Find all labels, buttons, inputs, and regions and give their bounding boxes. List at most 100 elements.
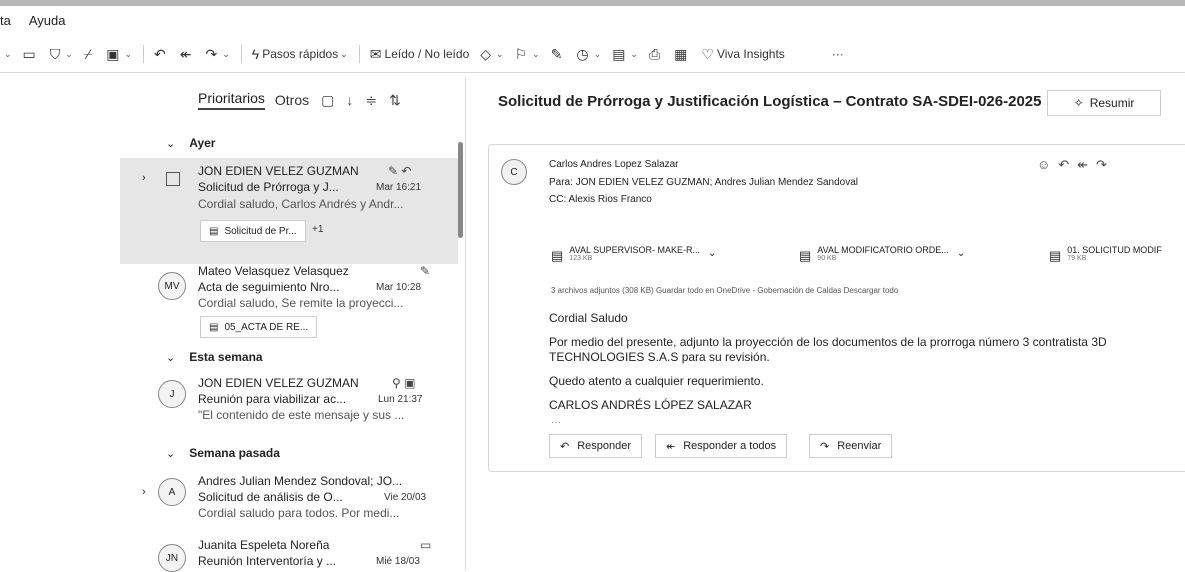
- chevron-down-icon: ⌄: [166, 447, 176, 460]
- forward-button[interactable]: ↷ ⌄: [205, 46, 229, 63]
- filter-icon[interactable]: ≑: [365, 92, 377, 109]
- chevron-right-icon[interactable]: ›: [142, 172, 146, 184]
- categorize-button[interactable]: ◇ ⌄: [480, 46, 503, 63]
- show-more[interactable]: ···: [551, 417, 561, 428]
- report-button[interactable]: ⛉ ⌄: [50, 46, 73, 63]
- rules-button[interactable]: ▤ ⌄: [612, 46, 638, 63]
- chevron-down-icon[interactable]: ⌄: [957, 248, 965, 259]
- to-line: Para: JON EDIEN VELEZ GUZMAN; Andres Jul…: [549, 177, 858, 188]
- body-line-1: Por medio del presente, adjunto la proye…: [549, 335, 1107, 349]
- attachment-chip[interactable]: ▤ Solicitud de Pr...: [200, 220, 306, 242]
- preview: Cordial saludo, Se remite la proyecci...: [198, 296, 404, 310]
- chat-icon[interactable]: ▢: [321, 92, 334, 109]
- avatar: J: [158, 380, 186, 408]
- group-label: Esta semana: [189, 350, 263, 364]
- reply-icon: ↶: [154, 45, 166, 62]
- tab-focused[interactable]: Prioritarios: [198, 90, 265, 110]
- shield-icon: ⛉: [49, 45, 61, 62]
- scrollbar[interactable]: [458, 142, 463, 238]
- viva-label: Viva Insights: [716, 47, 785, 61]
- filter-bar: Prioritarios Otros ▢ ↓ ≑ ⇅: [120, 78, 465, 122]
- attachment-3[interactable]: ▤ 01. SOLICITUD MODIF 79 KB: [1049, 245, 1162, 271]
- summarize-button[interactable]: ✧ Resumir: [1047, 90, 1161, 116]
- print-button[interactable]: ⎙: [649, 46, 663, 63]
- list-item-selected[interactable]: › JON EDIEN VELEZ GUZMAN ✎ ↶ Solicitud d…: [120, 158, 458, 264]
- sender-name[interactable]: Carlos Andres Lopez Salazar: [549, 159, 679, 170]
- forward-button[interactable]: ↷ Reenviar: [809, 434, 893, 458]
- attachment-name: AVAL SUPERVISOR- MAKE-R...: [569, 245, 700, 255]
- group-label: Semana pasada: [189, 446, 280, 460]
- sender: Juanita Espeleta Noreña: [198, 538, 330, 552]
- cc-recipients[interactable]: Alexis Rios Franco: [568, 194, 651, 205]
- attachment-size: 123 KB: [569, 255, 593, 262]
- subject: Solicitud de Prórroga y J...: [198, 180, 339, 194]
- forward-icon: ↷: [205, 45, 218, 62]
- more-attachments[interactable]: +1: [312, 224, 323, 235]
- quick-steps-button[interactable]: ϟ Pasos rápidos ⌄: [252, 46, 348, 62]
- select-checkbox[interactable]: [166, 172, 180, 186]
- group-header-last-week[interactable]: ⌄ Semana pasada: [120, 442, 465, 464]
- to-label: Para:: [549, 177, 573, 188]
- collapse-caret[interactable]: ⌄: [2, 49, 12, 60]
- divider: [240, 45, 242, 63]
- attachment-name: 05_ACTA DE RE...: [224, 321, 309, 333]
- pin-button[interactable]: ✎: [551, 46, 566, 63]
- list-item[interactable]: J JON EDIEN VELEZ GUZMAN ⚲ ▣ Reunión par…: [120, 374, 458, 434]
- group-header-this-week[interactable]: ⌄ Esta semana: [120, 346, 465, 368]
- meeting-icons: ⚲ ▣: [392, 376, 416, 390]
- menu-item-ayuda[interactable]: Ayuda: [29, 13, 66, 28]
- sort-icon[interactable]: ⇅: [389, 92, 401, 109]
- flag-button[interactable]: ⚐ ⌄: [515, 46, 540, 63]
- immersive-reader-button[interactable]: ▦: [674, 46, 690, 63]
- date: Mar 10:28: [376, 282, 422, 293]
- sweep-button[interactable]: ⌿: [84, 46, 95, 63]
- viva-icon: ♡: [701, 45, 714, 62]
- list-item[interactable]: › A Andres Julian Mendez Sondoval; JO...…: [120, 472, 458, 532]
- reply-button[interactable]: ↶: [154, 46, 169, 63]
- body-line-2: TECHNOLOGIES S.A.S para su revisión.: [549, 350, 770, 364]
- list-item[interactable]: MV Mateo Velasquez Velasquez ✎ Acta de s…: [120, 264, 458, 350]
- reply-label: Responder: [577, 440, 632, 452]
- chevron-down-icon: ⌄: [166, 137, 176, 150]
- chevron-down-icon[interactable]: ⌄: [708, 248, 716, 259]
- reply-all-button[interactable]: ↞: [180, 46, 195, 63]
- message-actions[interactable]: ☺↶↞↷: [1037, 157, 1115, 173]
- attachments-summary[interactable]: 3 archivos adjuntos (308 KB) Guardar tod…: [551, 286, 898, 295]
- sender: Andres Julian Mendez Sondoval; JO...: [198, 474, 403, 488]
- arrow-down-icon[interactable]: ↓: [346, 92, 353, 108]
- reply-all-label: Responder a todos: [683, 440, 777, 452]
- cc-line: CC: Alexis Rios Franco: [549, 194, 652, 205]
- archive-icon: ▭: [22, 45, 36, 62]
- lightning-icon: ϟ: [251, 46, 260, 62]
- archive-button[interactable]: ▭: [23, 46, 39, 63]
- attachment-2[interactable]: ▤ AVAL MODIFICATORIO ORDE... 90 KB ⌄: [799, 245, 965, 271]
- pin-reply-icons: ✎ ↶: [388, 164, 412, 178]
- attachment-name: AVAL MODIFICATORIO ORDE...: [817, 245, 949, 255]
- cc-label: CC:: [549, 194, 567, 205]
- move-button[interactable]: ▣ ⌄: [106, 46, 132, 63]
- menu-item-vista[interactable]: ta: [0, 13, 11, 28]
- attachment-1[interactable]: ▤ AVAL SUPERVISOR- MAKE-R... 123 KB ⌄: [551, 245, 716, 271]
- attachment-chip[interactable]: ▤ 05_ACTA DE RE...: [200, 316, 318, 338]
- print-icon: ⎙: [648, 45, 661, 62]
- avatar: A: [158, 478, 186, 506]
- read-unread-button[interactable]: ✉ Leído / No leído: [370, 46, 469, 63]
- summarize-label: Resumir: [1089, 96, 1135, 110]
- ribbon-toolbar: ⌄ ▭ ⛉ ⌄ ⌿ ▣ ⌄ ↶ ↞ ↷ ⌄ ϟ Pasos rápidos ⌄ ✉ Leíd…: [0, 36, 1185, 73]
- reply-all-button[interactable]: ↞ Responder a todos: [655, 434, 788, 458]
- tab-other[interactable]: Otros: [275, 92, 309, 108]
- preview: Cordial saludo, Carlos Andrés y Andr...: [198, 197, 404, 211]
- avatar: MV: [158, 272, 186, 300]
- chevron-right-icon[interactable]: ›: [142, 486, 146, 498]
- viva-insights-button[interactable]: ♡ Viva Insights: [701, 46, 784, 63]
- list-item[interactable]: JN Juanita Espeleta Noreña ▭ Reunión Int…: [120, 536, 458, 572]
- sender: Mateo Velasquez Velasquez: [198, 264, 349, 278]
- summarize-icon: ✧: [1073, 96, 1084, 110]
- attachment-size: 79 KB: [1067, 255, 1087, 262]
- to-recipients[interactable]: JON EDIEN VELEZ GUZMAN; Andres Julian Me…: [576, 177, 858, 188]
- group-header-yesterday[interactable]: ⌄ Ayer: [120, 132, 465, 154]
- snooze-button[interactable]: ◷ ⌄: [576, 46, 601, 63]
- more-button[interactable]: ···: [832, 47, 844, 61]
- reply-button[interactable]: ↶ Responder: [549, 434, 643, 458]
- file-icon: ▤: [551, 248, 564, 263]
